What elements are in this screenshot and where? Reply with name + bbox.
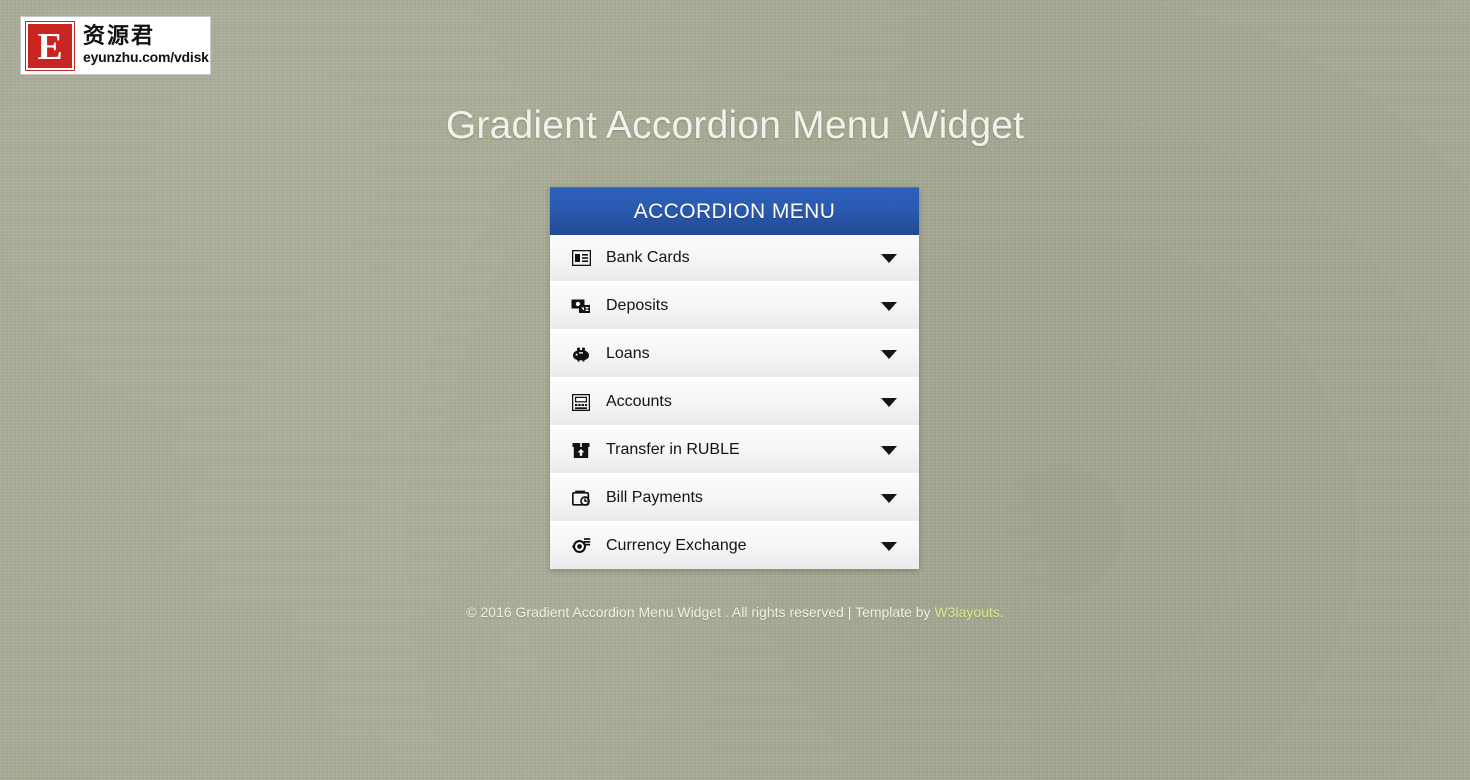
- site-logo: E 资源君 eyunzhu.com/vdisk: [20, 16, 211, 75]
- menu-item-bill-payments[interactable]: Bill Payments: [550, 475, 919, 521]
- chevron-down-icon[interactable]: [881, 349, 897, 359]
- menu-item-accounts[interactable]: Accounts: [550, 379, 919, 425]
- footer: © 2016 Gradient Accordion Menu Widget . …: [0, 604, 1470, 620]
- menu-item-loans[interactable]: Loans: [550, 331, 919, 377]
- menu-item-deposits[interactable]: Deposits: [550, 283, 919, 329]
- menu-item-label: Transfer in RUBLE: [606, 441, 740, 458]
- chevron-down-icon[interactable]: [881, 397, 897, 407]
- piggy-bank-icon: [571, 344, 591, 364]
- menu-item-label: Deposits: [606, 297, 669, 314]
- box-upload-icon: [571, 440, 591, 460]
- page-title: Gradient Accordion Menu Widget: [445, 104, 1025, 148]
- coin-exchange-icon: [571, 536, 591, 556]
- logo-chinese-name: 资源君: [83, 24, 156, 49]
- footer-copyright-text: © 2016 Gradient Accordion Menu Widget . …: [466, 604, 935, 620]
- menu-item-label: Currency Exchange: [606, 537, 747, 554]
- menu-item-label: Accounts: [606, 393, 672, 410]
- chevron-down-icon[interactable]: [881, 445, 897, 455]
- menu-item-bank-cards[interactable]: Bank Cards: [550, 235, 919, 281]
- chevron-down-icon[interactable]: [881, 493, 897, 503]
- footer-trailing-text: .: [999, 604, 1004, 620]
- menu-item-label: Bill Payments: [606, 489, 703, 506]
- accordion-menu-widget: ACCORDION MENU Bank Cards Deposits Loans…: [550, 187, 919, 569]
- chevron-down-icon[interactable]: [881, 253, 897, 263]
- logo-url: eyunzhu.com/vdisk: [83, 49, 209, 65]
- accordion-body: Bank Cards Deposits Loans Accounts Trans…: [550, 235, 919, 569]
- accordion-header: ACCORDION MENU: [550, 187, 919, 235]
- menu-item-transfer-in-ruble[interactable]: Transfer in RUBLE: [550, 427, 919, 473]
- logo-text-block: 资源君 eyunzhu.com/vdisk: [83, 25, 209, 66]
- atm-machine-icon: [571, 392, 591, 412]
- menu-item-currency-exchange[interactable]: Currency Exchange: [550, 523, 919, 569]
- accordion-header-label: ACCORDION MENU: [633, 199, 836, 223]
- money-cards-icon: [571, 296, 591, 316]
- wallet-icon: [571, 488, 591, 508]
- chevron-down-icon[interactable]: [881, 541, 897, 551]
- logo-mark-e: E: [25, 20, 75, 71]
- menu-item-label: Bank Cards: [606, 249, 690, 266]
- id-card-icon: [571, 248, 591, 268]
- menu-item-label: Loans: [606, 345, 650, 362]
- w3layouts-link[interactable]: W3layouts: [934, 604, 999, 620]
- chevron-down-icon[interactable]: [881, 301, 897, 311]
